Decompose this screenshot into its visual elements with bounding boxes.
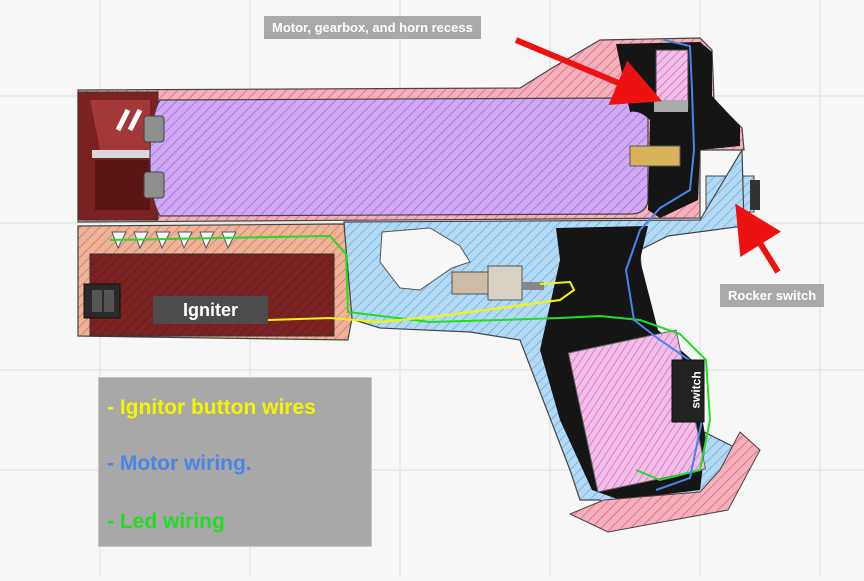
legend-item-motor: - Motor wiring. [107, 452, 252, 475]
legend-item-led: - Led wiring [107, 510, 225, 533]
wiring-legend: - Ignitor button wires - Motor wiring. -… [98, 377, 372, 547]
callout-igniter: Igniter [153, 296, 268, 324]
legend-item-ignitor: - Ignitor button wires [107, 396, 316, 419]
callout-motor-gearbox-horn: Motor, gearbox, and horn recess [264, 16, 481, 39]
callout-rocker-switch: Rocker switch [720, 284, 825, 307]
diagram-canvas: Motor, gearbox, and horn recess Rocker s… [0, 0, 864, 576]
spring-cylinder [143, 97, 649, 217]
switch-label: switch [688, 371, 704, 409]
